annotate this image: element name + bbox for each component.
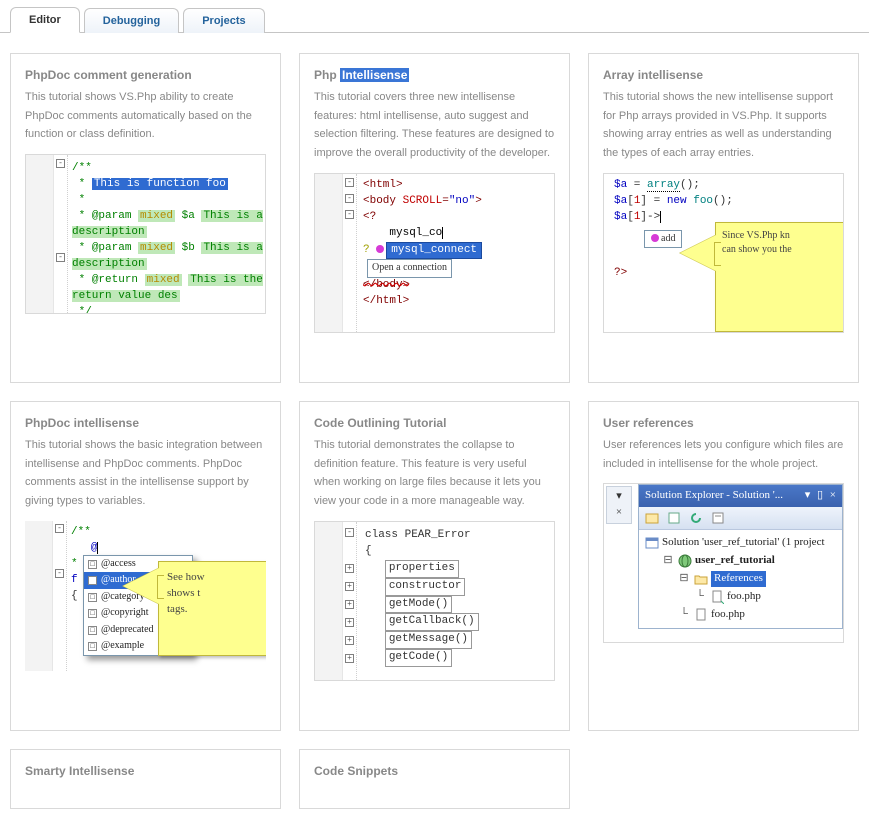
card-phpdoc-intellisense[interactable]: PhpDoc intellisense This tutorial shows …	[10, 401, 281, 731]
card-title: Code Snippets	[314, 764, 555, 778]
tree-project-node: ⊟ user_ref_tutorial	[645, 552, 836, 570]
chevron-down-icon: ▾	[805, 489, 811, 501]
tab-debugging[interactable]: Debugging	[84, 8, 179, 33]
card-smarty-intellisense[interactable]: Smarty Intellisense	[10, 749, 281, 809]
outline-collapsed: getMessage()	[385, 631, 472, 649]
code-text: <html>	[363, 178, 552, 194]
outline-collapsed: constructor	[385, 578, 466, 596]
folder-icon	[694, 573, 708, 585]
panel-close-strip: ▾ ×	[606, 486, 632, 524]
outline-collapsed: getCode()	[385, 649, 452, 667]
card-title: Php Intellisense	[314, 68, 555, 82]
method-icon	[651, 234, 659, 242]
tree-references-node: ⊟ References	[645, 570, 836, 588]
solution-icon	[645, 536, 659, 550]
close-icon: ×	[830, 489, 836, 501]
card-user-references[interactable]: User references User references lets you…	[588, 401, 859, 731]
fold-toggle-icon: -	[345, 528, 354, 537]
callout-tooltip: Since VS.Php kn can show you the	[715, 222, 844, 332]
chevron-down-icon: ▾	[607, 489, 631, 505]
arrow-left-icon	[123, 568, 159, 604]
card-array-intellisense[interactable]: Array intellisense This tutorial shows t…	[588, 53, 859, 383]
code-text: /**	[72, 162, 92, 174]
thumbnail-array-intellisense: $a = array(); $a[1] = new foo(); $a[1]->…	[603, 173, 844, 333]
fold-toggle-icon: -	[56, 159, 65, 168]
thumbnail-solution-explorer: ▾ × Solution Explorer - Solution '... ▾ …	[603, 483, 844, 643]
fold-toggle-icon: +	[345, 582, 354, 591]
fold-toggle-icon: -	[56, 253, 65, 262]
fold-toggle-icon: +	[345, 564, 354, 573]
outline-collapsed: properties	[385, 560, 459, 578]
solution-tree: Solution 'user_ref_tutorial' (1 project …	[639, 530, 842, 628]
toolbar-icon	[709, 509, 727, 527]
card-title: PhpDoc intellisense	[25, 416, 266, 430]
toolbar-icon	[665, 509, 683, 527]
fold-toggle-icon: -	[55, 524, 64, 533]
solution-explorer-toolbar	[639, 507, 842, 530]
card-title: Array intellisense	[603, 68, 844, 82]
tab-strip: Editor Debugging Projects	[0, 6, 869, 33]
intellisense-tooltip: Open a connection	[367, 259, 452, 278]
card-description: This tutorial demonstrates the collapse …	[314, 436, 555, 511]
card-description: This tutorial covers three new intellise…	[314, 88, 555, 163]
fold-toggle-icon: -	[345, 194, 354, 203]
thumbnail-code-outlining: - + + + + + + class PEAR_Error { propert…	[314, 521, 555, 681]
solution-explorer-titlebar: Solution Explorer - Solution '... ▾ ▯ ×	[639, 485, 842, 507]
fold-toggle-icon: -	[345, 178, 354, 187]
callout-tooltip: See how shows t tags.	[158, 561, 266, 656]
card-description: This tutorial shows VS.Php ability to cr…	[25, 88, 266, 144]
fold-toggle-icon: +	[345, 636, 354, 645]
code-text: *	[72, 178, 92, 190]
thumbnail-phpdoc-intellisense: - - /** @ * f { □@access □@author □@cate…	[25, 521, 266, 671]
close-icon: ×	[607, 505, 631, 521]
thumbnail-php-intellisense: - - - <html> <body SCROLL="no"> <? mysql…	[314, 173, 555, 333]
tree-file-node: └ foo.php	[645, 588, 836, 606]
fold-toggle-icon: +	[345, 600, 354, 609]
fold-toggle-icon: +	[345, 618, 354, 627]
tab-editor[interactable]: Editor	[10, 7, 80, 33]
card-description: User references lets you configure which…	[603, 436, 844, 473]
file-icon	[694, 608, 708, 622]
outline-collapsed: getCallback()	[385, 613, 479, 631]
code-selection: This is function foo	[92, 178, 228, 190]
card-php-intellisense[interactable]: Php Intellisense This tutorial covers th…	[299, 53, 570, 383]
tree-file-node: └ foo.php	[645, 606, 836, 624]
thumbnail-phpdoc-generation: - - /** * This is function foo * * @para…	[25, 154, 266, 314]
card-code-snippets[interactable]: Code Snippets	[299, 749, 570, 809]
arrow-left-icon	[680, 235, 716, 271]
refresh-icon	[687, 509, 705, 527]
tree-solution-node: Solution 'user_ref_tutorial' (1 project	[645, 534, 836, 552]
card-phpdoc-comment-generation[interactable]: PhpDoc comment generation This tutorial …	[10, 53, 281, 383]
card-title: Smarty Intellisense	[25, 764, 266, 778]
pin-icon: ▯	[817, 489, 823, 501]
title-highlight: Intellisense	[340, 68, 409, 82]
card-description: This tutorial shows the new intellisense…	[603, 88, 844, 163]
card-code-outlining[interactable]: Code Outlining Tutorial This tutorial de…	[299, 401, 570, 731]
method-icon	[376, 245, 384, 253]
toolbar-icon	[643, 509, 661, 527]
card-title: Code Outlining Tutorial	[314, 416, 555, 430]
outline-collapsed: getMode()	[385, 596, 452, 614]
globe-icon	[678, 554, 692, 568]
tab-projects[interactable]: Projects	[183, 8, 264, 33]
card-title: User references	[603, 416, 844, 430]
intellisense-selection: mysql_connect	[386, 242, 482, 260]
intellisense-item: add	[644, 230, 682, 249]
code-text: class PEAR_Error	[365, 529, 471, 541]
file-link-icon	[710, 590, 724, 604]
fold-toggle-icon: -	[345, 210, 354, 219]
fold-toggle-icon: +	[345, 654, 354, 663]
tutorial-grid: PhpDoc comment generation This tutorial …	[0, 33, 869, 829]
card-description: This tutorial shows the basic integratio…	[25, 436, 266, 511]
card-title: PhpDoc comment generation	[25, 68, 266, 82]
fold-toggle-icon: -	[55, 569, 64, 578]
